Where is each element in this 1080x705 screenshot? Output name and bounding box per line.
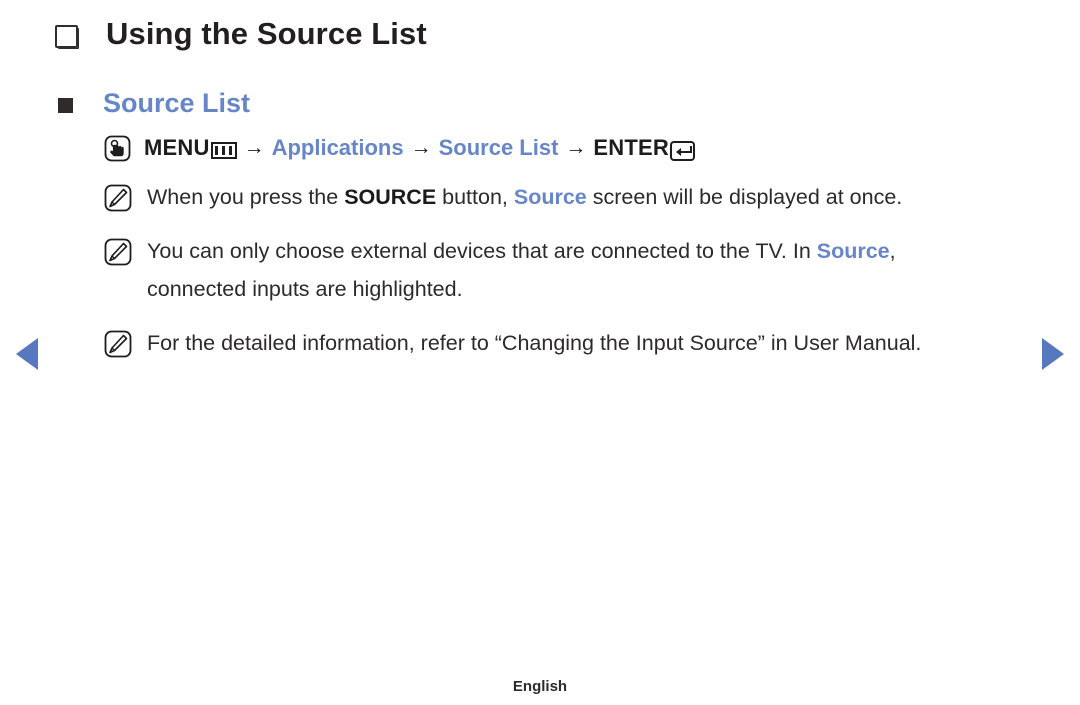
menu-step-applications[interactable]: Applications xyxy=(272,134,404,162)
note-seg-blue: Source xyxy=(816,239,890,263)
path-arrow-1: → xyxy=(243,136,265,159)
square-filled-bullet-icon xyxy=(58,98,73,113)
note-seg-bold: SOURCE xyxy=(344,185,437,209)
note-seg: screen will be displayed at once. xyxy=(586,185,903,209)
menu-bars-icon xyxy=(210,141,237,159)
note-text: For the detailed information, refer to “… xyxy=(147,331,922,355)
note-item: You can only choose external devices tha… xyxy=(104,232,1004,308)
note-item: For the detailed information, refer to “… xyxy=(104,324,1004,362)
square-outline-bullet-icon xyxy=(55,24,78,48)
note-pencil-icon xyxy=(104,330,132,358)
content-body: MENU → Applications → Source List → ENTE… xyxy=(104,134,1004,362)
note-pencil-icon xyxy=(104,184,132,212)
note-seg-blue: Source xyxy=(513,185,587,209)
path-arrow-2: → xyxy=(410,136,432,159)
note-seg: You can only choose external devices tha… xyxy=(147,239,817,263)
note-pencil-icon xyxy=(104,238,132,266)
note-seg: button, xyxy=(436,185,514,209)
section-title: Source List xyxy=(103,88,251,118)
section-heading-row: Source List xyxy=(58,88,250,119)
page-title: Using the Source List xyxy=(106,16,427,51)
note-seg: When you press the xyxy=(147,185,345,209)
note-text: When you press the SOURCE button, Source… xyxy=(147,178,902,216)
footer-language: English xyxy=(512,678,568,695)
enter-label: ENTER xyxy=(593,135,669,160)
menu-path: MENU → Applications → Source List → ENTE… xyxy=(104,134,1004,162)
arrow-right-icon[interactable] xyxy=(1042,338,1064,370)
note-text: You can only choose external devices tha… xyxy=(147,232,997,308)
path-arrow-3: → xyxy=(565,136,587,159)
enter-return-icon xyxy=(669,141,695,161)
arrow-left-icon[interactable] xyxy=(16,338,38,370)
touch-hand-icon xyxy=(104,135,131,162)
page-title-row: Using the Source List xyxy=(55,16,427,52)
menu-label: MENU xyxy=(144,135,210,160)
menu-step-source-list[interactable]: Source List xyxy=(439,134,559,162)
note-item: When you press the SOURCE button, Source… xyxy=(104,178,1004,216)
